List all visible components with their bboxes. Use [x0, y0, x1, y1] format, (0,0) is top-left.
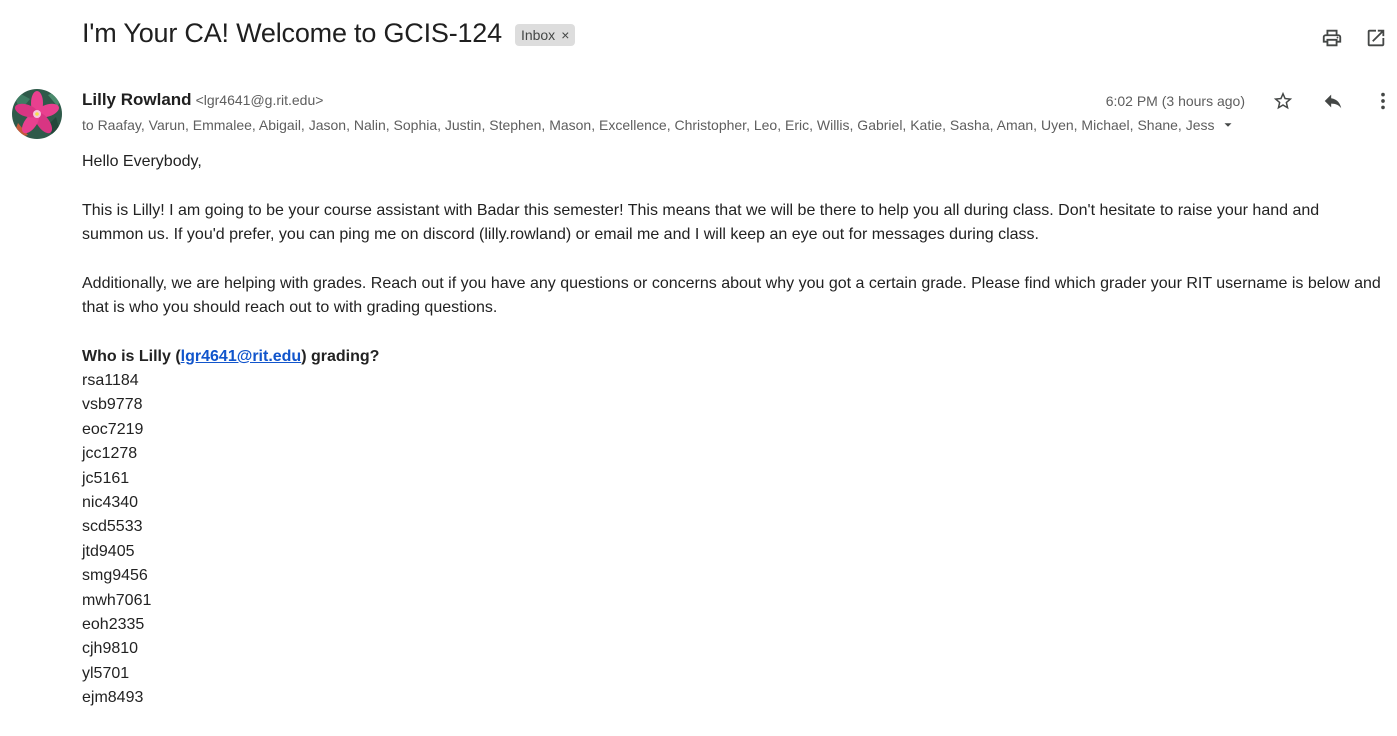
grading-heading: Who is Lilly (lgr4641@rit.edu) grading?	[82, 345, 1382, 369]
thread-actions	[1300, 26, 1388, 50]
list-item: vsb9778	[82, 396, 143, 414]
grading-suffix: ) grading?	[301, 348, 380, 365]
sender-info: Lilly Rowland <lgr4641@g.rit.edu>	[82, 90, 323, 110]
grader-email-link[interactable]: lgr4641@rit.edu	[181, 348, 302, 365]
print-icon[interactable]	[1320, 26, 1344, 50]
more-vert-icon[interactable]	[1371, 89, 1395, 113]
list-item: jcc1278	[82, 445, 138, 463]
message-body: Hello Everybody, This is Lilly! I am goi…	[82, 150, 1382, 711]
caret-down-icon	[1224, 123, 1231, 127]
list-item: rsa1184	[82, 372, 139, 389]
inbox-label-chip[interactable]: Inbox ×	[514, 23, 576, 46]
sender-name[interactable]: Lilly Rowland	[82, 90, 192, 110]
recipients-text: to Raafay, Varun, Emmalee, Abigail, Jaso…	[82, 117, 1215, 133]
email-subject: I'm Your CA! Welcome to GCIS-124	[82, 18, 502, 48]
intro-paragraph: This is Lilly! I am going to be your cou…	[82, 202, 1320, 243]
reply-icon[interactable]	[1321, 89, 1345, 113]
list-item: nic4340	[82, 494, 139, 512]
list-item: mwh7061	[82, 591, 152, 609]
list-item: eoc7219	[82, 420, 144, 438]
list-item: ejm8493	[82, 689, 144, 707]
message-meta: 6:02 PM (3 hours ago)	[1106, 89, 1395, 113]
greeting: Hello Everybody,	[82, 153, 202, 170]
sender-email: <lgr4641@g.rit.edu>	[195, 92, 324, 108]
grading-prefix: Who is Lilly (	[82, 348, 181, 365]
username-list: rsa1184 vsb9778 eoc7219 jcc1278 jc5161 n…	[82, 369, 1382, 711]
grades-paragraph: Additionally, we are helping with grades…	[82, 275, 1381, 316]
list-item: jtd9405	[82, 542, 135, 560]
remove-label-icon[interactable]: ×	[561, 27, 569, 43]
list-item: eoh2335	[82, 616, 145, 634]
list-item: scd5533	[82, 518, 143, 536]
star-icon[interactable]	[1271, 89, 1295, 113]
list-item: smg9456	[82, 567, 148, 585]
flower-avatar-icon	[12, 89, 62, 139]
show-details-dropdown[interactable]	[1221, 118, 1235, 132]
list-item: cjh9810	[82, 640, 139, 658]
open-in-new-window-icon[interactable]	[1364, 26, 1388, 50]
recipients-row: to Raafay, Varun, Emmalee, Abigail, Jaso…	[82, 117, 1235, 133]
message-timestamp: 6:02 PM (3 hours ago)	[1105, 93, 1245, 109]
label-text: Inbox	[520, 26, 556, 43]
sender-avatar[interactable]	[12, 89, 62, 139]
list-item: jc5161	[82, 469, 130, 487]
list-item: yl5701	[82, 664, 130, 682]
subject-row: I'm Your CA! Welcome to GCIS-124 Inbox ×	[82, 18, 576, 49]
